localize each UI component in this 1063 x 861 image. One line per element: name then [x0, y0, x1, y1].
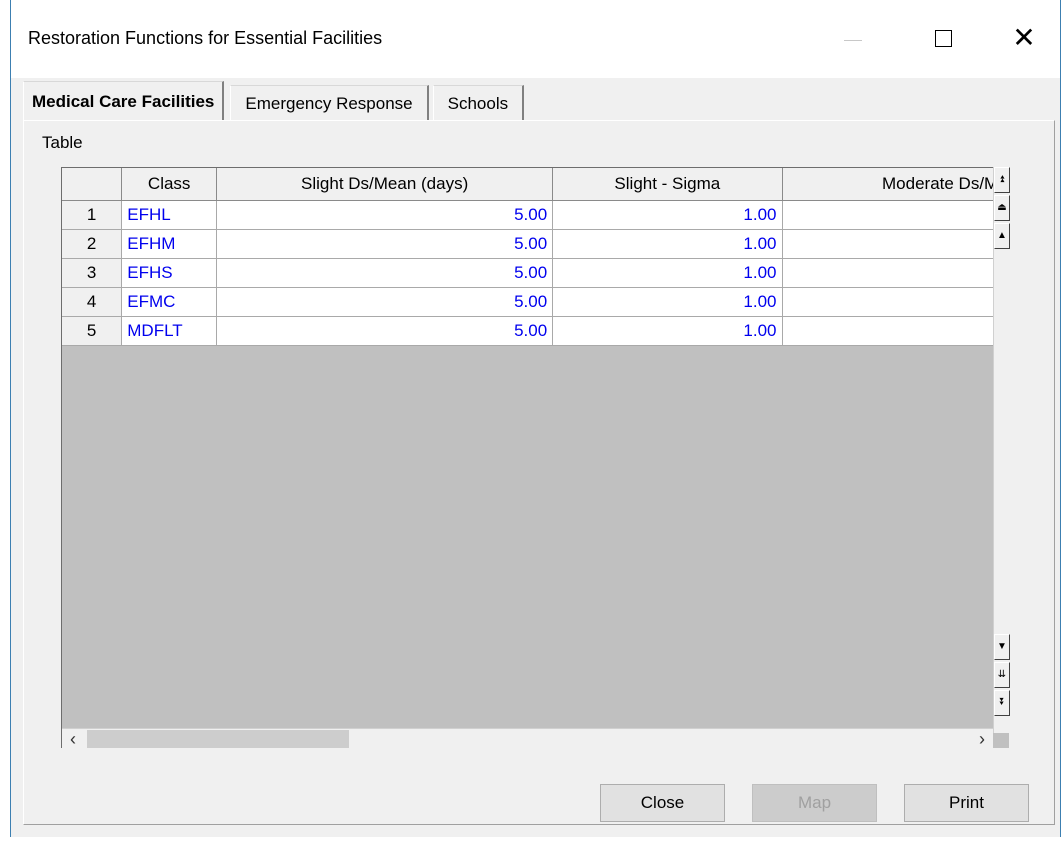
- slight-mean-cell[interactable]: 5.00: [216, 258, 554, 288]
- tab-emergency-response[interactable]: Emergency Response: [230, 85, 429, 121]
- grid-table: Class Slight Ds/Mean (days) Slight - Sig…: [62, 168, 1008, 346]
- table-label: Table: [42, 133, 83, 152]
- class-cell[interactable]: EFHS: [121, 258, 218, 288]
- print-button[interactable]: Print: [904, 784, 1029, 822]
- moderate-mean-cell[interactable]: [782, 258, 1008, 288]
- dialog-client: Medical Care Facilities Emergency Respon…: [11, 78, 1060, 837]
- class-cell[interactable]: EFHL: [121, 200, 218, 230]
- close-window-button[interactable]: ✕: [999, 18, 1049, 58]
- window-title: Restoration Functions for Essential Faci…: [28, 28, 383, 48]
- chevron-left-icon: ‹: [70, 728, 76, 749]
- slight-mean-cell[interactable]: 5.00: [216, 287, 554, 317]
- dialog-window: Restoration Functions for Essential Faci…: [10, 0, 1061, 837]
- class-cell[interactable]: MDFLT: [121, 316, 218, 346]
- slight-mean-cell[interactable]: 5.00: [216, 229, 554, 259]
- row-number[interactable]: 3: [62, 258, 123, 288]
- column-header-slight-sigma[interactable]: Slight - Sigma: [552, 168, 783, 201]
- minimize-icon: [844, 39, 862, 41]
- slight-sigma-cell[interactable]: 1.00: [552, 200, 783, 230]
- corner-header[interactable]: [62, 168, 123, 201]
- scroll-top-button[interactable]: ⏫︎: [994, 167, 1010, 193]
- tab-strip: Medical Care Facilities Emergency Respon…: [23, 81, 528, 121]
- scroll-bottom-icon: ⏬︎: [999, 697, 1005, 708]
- maximize-icon: [934, 29, 952, 47]
- moderate-mean-cell[interactable]: [782, 287, 1008, 317]
- scroll-right-button[interactable]: ›: [971, 729, 993, 749]
- close-icon: ✕: [1012, 22, 1036, 53]
- scroll-up-button[interactable]: ▲: [994, 223, 1010, 249]
- slight-sigma-cell[interactable]: 1.00: [552, 258, 783, 288]
- table-row[interactable]: 1 EFHL 5.00 1.00: [62, 200, 1008, 230]
- arrow-down-icon: ▼: [997, 641, 1007, 652]
- moderate-mean-cell[interactable]: [782, 229, 1008, 259]
- scrollbar-corner: [993, 733, 1009, 748]
- horizontal-scroll-thumb[interactable]: [87, 730, 349, 748]
- table-row[interactable]: 2 EFHM 5.00 1.00: [62, 229, 1008, 259]
- maximize-button[interactable]: [918, 18, 968, 58]
- row-number[interactable]: 5: [62, 316, 123, 346]
- row-number[interactable]: 1: [62, 200, 123, 230]
- chevron-right-icon: ›: [979, 728, 985, 749]
- slight-sigma-cell[interactable]: 1.00: [552, 316, 783, 346]
- tab-medical-care-facilities[interactable]: Medical Care Facilities: [23, 81, 225, 121]
- data-grid[interactable]: Class Slight Ds/Mean (days) Slight - Sig…: [61, 167, 1009, 748]
- map-button[interactable]: Map: [752, 784, 877, 822]
- scroll-bottom-button[interactable]: ⏬︎: [994, 690, 1010, 716]
- column-header-moderate-mean[interactable]: Moderate Ds/Mi: [782, 168, 1008, 201]
- scroll-left-button[interactable]: ‹: [62, 729, 84, 749]
- tab-schools[interactable]: Schools: [432, 85, 525, 121]
- row-number[interactable]: 2: [62, 229, 123, 259]
- table-row[interactable]: 5 MDFLT 5.00 1.00: [62, 316, 1008, 346]
- title-bar: Restoration Functions for Essential Faci…: [11, 0, 1060, 78]
- slight-sigma-cell[interactable]: 1.00: [552, 287, 783, 317]
- page-up-icon: ⏏︎: [997, 202, 1007, 213]
- header-row: Class Slight Ds/Mean (days) Slight - Sig…: [62, 168, 1008, 201]
- row-number[interactable]: 4: [62, 287, 123, 317]
- scroll-down-button[interactable]: ▼: [994, 634, 1010, 660]
- page-down-button[interactable]: ⇊: [994, 662, 1010, 688]
- vertical-scrollbar[interactable]: ⏫︎ ⏏︎ ▲ ▼ ⇊ ⏬︎: [993, 167, 1010, 733]
- page-up-button[interactable]: ⏏︎: [994, 195, 1010, 221]
- moderate-mean-cell[interactable]: [782, 200, 1008, 230]
- class-cell[interactable]: EFHM: [121, 229, 218, 259]
- scroll-top-icon: ⏫︎: [999, 174, 1005, 185]
- horizontal-scrollbar[interactable]: ‹ ›: [62, 728, 993, 749]
- close-button[interactable]: Close: [600, 784, 725, 822]
- moderate-mean-cell[interactable]: [782, 316, 1008, 346]
- column-header-class[interactable]: Class: [121, 168, 218, 201]
- slight-sigma-cell[interactable]: 1.00: [552, 229, 783, 259]
- slight-mean-cell[interactable]: 5.00: [216, 316, 554, 346]
- slight-mean-cell[interactable]: 5.00: [216, 200, 554, 230]
- table-row[interactable]: 4 EFMC 5.00 1.00: [62, 287, 1008, 317]
- arrow-up-icon: ▲: [997, 230, 1007, 241]
- page-down-icon: ⇊: [997, 669, 1007, 680]
- minimize-button[interactable]: [828, 18, 878, 58]
- class-cell[interactable]: EFMC: [121, 287, 218, 317]
- column-header-slight-mean[interactable]: Slight Ds/Mean (days): [216, 168, 554, 201]
- table-row[interactable]: 3 EFHS 5.00 1.00: [62, 258, 1008, 288]
